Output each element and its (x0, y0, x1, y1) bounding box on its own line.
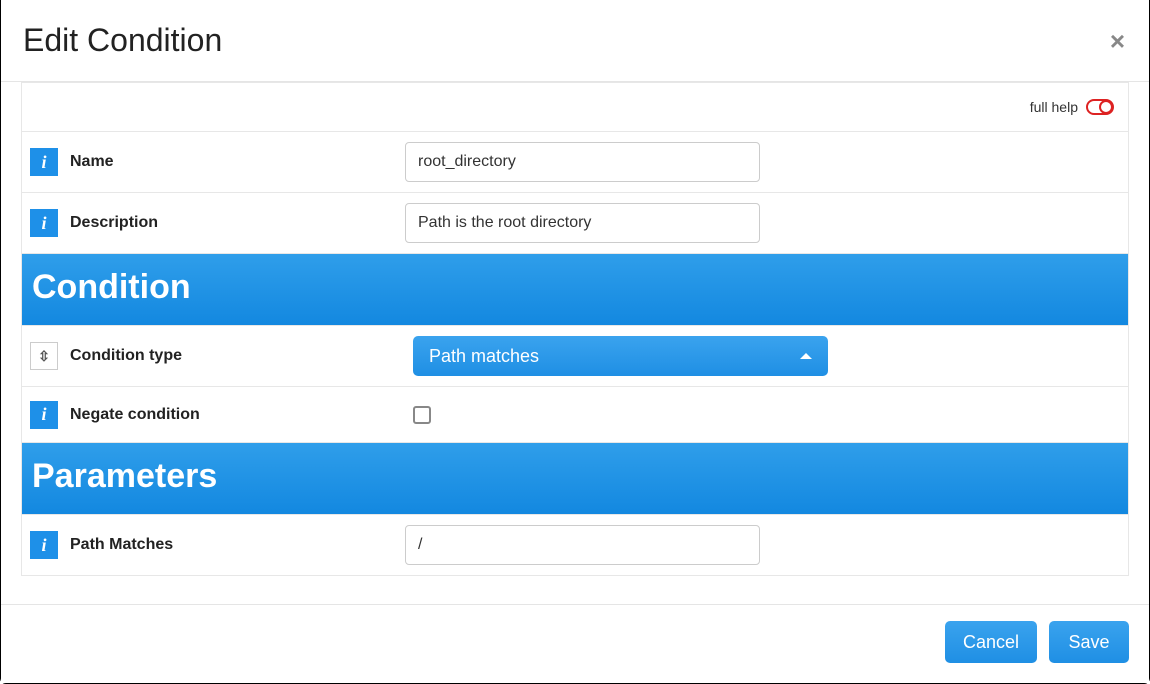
name-input[interactable] (405, 142, 760, 182)
path-matches-input[interactable] (405, 525, 760, 565)
chevron-up-icon (800, 353, 812, 359)
input-cell-path-matches (405, 525, 1120, 565)
input-cell-negate (405, 406, 1120, 424)
section-condition: Condition (21, 254, 1129, 326)
cancel-button[interactable]: Cancel (945, 621, 1037, 663)
label-path-matches: i Path Matches (30, 531, 405, 559)
close-icon[interactable]: × (1110, 28, 1125, 54)
info-icon[interactable]: i (30, 148, 58, 176)
full-help-toggle[interactable] (1086, 99, 1114, 115)
expand-icon[interactable]: ⇳ (30, 342, 58, 370)
condition-type-dropdown[interactable]: Path matches (413, 336, 828, 376)
input-cell-description (405, 203, 1120, 243)
label-condition-type: ⇳ Condition type (30, 342, 405, 370)
modal-body: full help i Name i Description Condition… (1, 81, 1149, 576)
description-input[interactable] (405, 203, 760, 243)
save-button[interactable]: Save (1049, 621, 1129, 663)
input-cell-condition-type: Path matches (405, 336, 1120, 376)
label-description: i Description (30, 209, 405, 237)
modal-header: Edit Condition × (1, 0, 1149, 81)
label-negate: i Negate condition (30, 401, 405, 429)
condition-type-selected: Path matches (429, 346, 539, 367)
section-parameters: Parameters (21, 443, 1129, 515)
name-label: Name (70, 153, 114, 171)
condition-type-label: Condition type (70, 347, 182, 365)
negate-label: Negate condition (70, 406, 200, 424)
info-icon[interactable]: i (30, 531, 58, 559)
negate-checkbox[interactable] (413, 406, 431, 424)
row-condition-type: ⇳ Condition type Path matches (21, 326, 1129, 387)
info-icon[interactable]: i (30, 401, 58, 429)
input-cell-name (405, 142, 1120, 182)
row-name: i Name (21, 132, 1129, 193)
modal-title: Edit Condition (23, 22, 222, 59)
info-icon[interactable]: i (30, 209, 58, 237)
row-description: i Description (21, 193, 1129, 254)
full-help-label: full help (1030, 99, 1078, 115)
help-bar: full help (21, 82, 1129, 132)
path-matches-label: Path Matches (70, 536, 173, 554)
label-name: i Name (30, 148, 405, 176)
modal-footer: Cancel Save (1, 604, 1149, 683)
description-label: Description (70, 214, 158, 232)
row-negate: i Negate condition (21, 387, 1129, 443)
row-path-matches: i Path Matches (21, 515, 1129, 576)
